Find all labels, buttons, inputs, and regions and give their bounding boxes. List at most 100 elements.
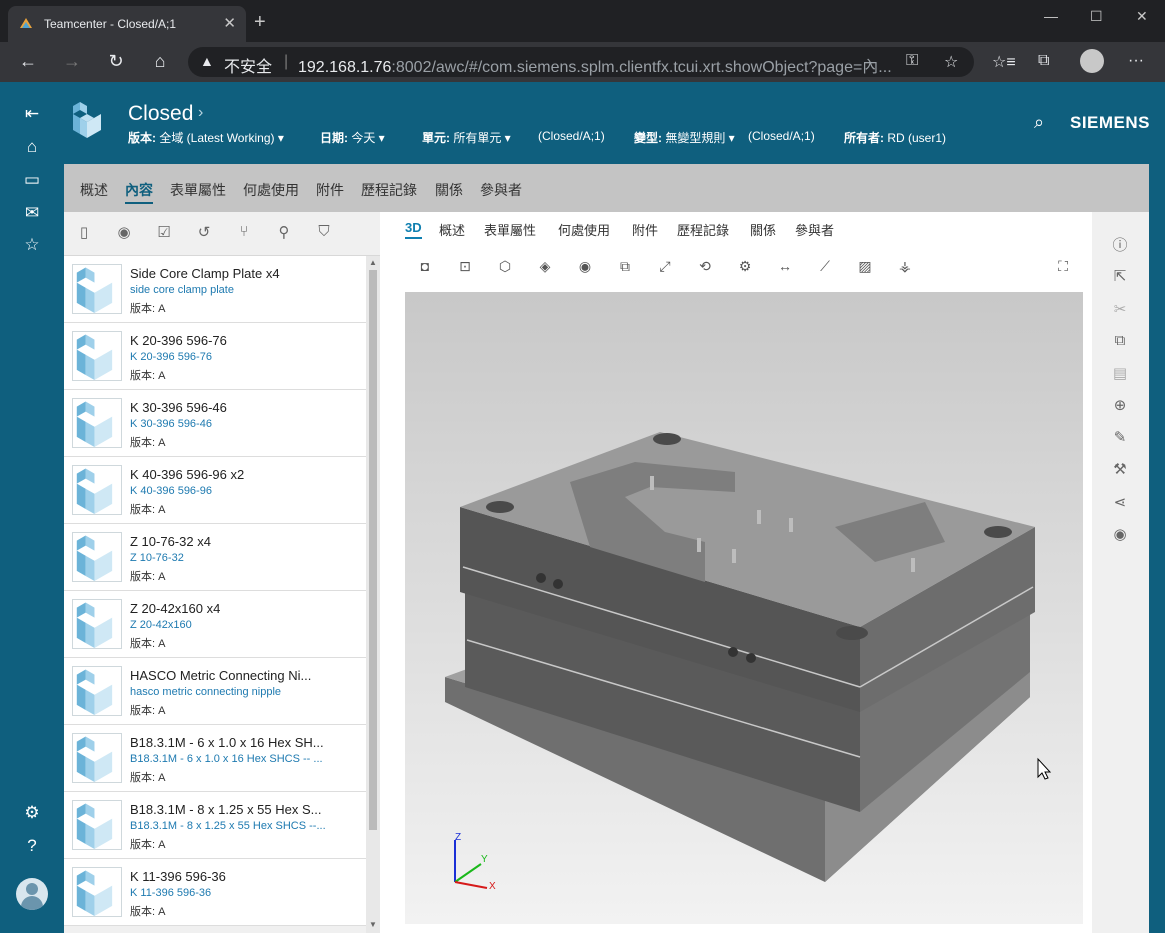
fullscreen-icon[interactable]: ⛶: [1053, 258, 1073, 278]
snapshot-camera-icon[interactable]: ◘: [415, 258, 435, 278]
tab-attachments[interactable]: 附件: [632, 220, 658, 239]
item-revision: 版本: A: [130, 903, 165, 919]
tab-history[interactable]: 歷程記錄: [677, 220, 729, 239]
copy-icon[interactable]: ⧉: [1110, 332, 1130, 352]
favorites-list-icon[interactable]: ☆≡: [992, 52, 1016, 72]
section-icon[interactable]: ▨: [855, 258, 875, 278]
structure-icon[interactable]: ⑂: [233, 223, 255, 240]
rotate-icon[interactable]: ⟲: [695, 258, 715, 278]
unit-field[interactable]: 單元: 所有單元 ▾: [422, 129, 511, 146]
markup-line-icon[interactable]: ⟋: [815, 258, 835, 278]
paste-icon[interactable]: ▤: [1110, 364, 1130, 384]
list-item[interactable]: Z 10-76-32 x4 Z 10-76-32 版本: A: [64, 524, 366, 591]
home-icon[interactable]: ⌂: [148, 51, 172, 72]
undo-icon[interactable]: ↺: [193, 223, 215, 241]
share-icon[interactable]: ⋖: [1110, 493, 1130, 513]
tab-overview[interactable]: 概述: [80, 180, 108, 200]
minimize-window-button[interactable]: —: [1044, 8, 1058, 24]
forward-arrow-icon[interactable]: →: [60, 51, 84, 72]
filter-icon[interactable]: ⛉: [313, 223, 335, 240]
view-settings-icon[interactable]: ⚙: [735, 258, 755, 278]
user-avatar[interactable]: [16, 878, 48, 910]
search-icon[interactable]: ⌕: [1034, 112, 1044, 133]
maximize-window-button[interactable]: ☐: [1090, 8, 1103, 25]
find-structure-icon[interactable]: ⚲: [273, 223, 295, 241]
list-item[interactable]: Z 20-42x160 x4 Z 20-42x160 版本: A: [64, 591, 366, 658]
capture-icon[interactable]: ⊡: [455, 258, 475, 278]
close-window-button[interactable]: ✕: [1136, 8, 1148, 25]
list-item[interactable]: HASCO Metric Connecting Ni... hasco metr…: [64, 658, 366, 725]
scroll-down-icon[interactable]: ▼: [369, 920, 377, 929]
browser-tab[interactable]: Teamcenter - Closed/A;1 ✕: [8, 6, 246, 42]
close-tab-icon[interactable]: ✕: [223, 14, 236, 32]
all-on-icon[interactable]: ⧉: [615, 258, 635, 278]
toggle-panel-icon[interactable]: ▯: [73, 223, 95, 241]
list-item[interactable]: K 30-396 596-46 K 30-396 596-46 版本: A: [64, 390, 366, 457]
scroll-up-icon[interactable]: ▲: [369, 258, 377, 267]
revision-label: 版本:: [130, 906, 156, 918]
back-arrow-icon[interactable]: ←: [16, 51, 40, 72]
tab-overview[interactable]: 概述: [439, 220, 465, 239]
item-cube-icon: [76, 736, 113, 782]
views-icon[interactable]: ◈: [535, 258, 555, 278]
tab-where-used[interactable]: 何處使用: [243, 180, 299, 200]
revision-rule-field[interactable]: 版本: 全域 (Latest Working) ▾: [128, 129, 284, 146]
tab-3d[interactable]: 3D: [405, 220, 422, 239]
display-mode-icon[interactable]: ⬡: [495, 258, 515, 278]
reload-icon[interactable]: ↻: [104, 51, 128, 72]
mold-assembly-model[interactable]: Z Y X: [405, 292, 1083, 924]
list-item[interactable]: K 11-396 596-36 K 11-396 596-36 版本: A: [64, 859, 366, 926]
warning-icon[interactable]: ▲: [200, 53, 214, 69]
checklist-icon[interactable]: ☑: [153, 223, 175, 241]
tools-icon[interactable]: ⚒: [1110, 460, 1130, 480]
visibility-eye-icon[interactable]: ◉: [575, 258, 595, 278]
tab-attachments[interactable]: 附件: [316, 180, 344, 200]
collapse-nav-icon[interactable]: ⇤: [21, 104, 43, 126]
tab-relations[interactable]: 關係: [435, 180, 463, 200]
url-text[interactable]: 192.168.1.76:8002/awc/#/com.siemens.splm…: [298, 53, 892, 77]
tab-where-used[interactable]: 何處使用: [558, 220, 610, 239]
fit-view-icon[interactable]: ⤢: [655, 258, 675, 278]
edit-pencil-icon[interactable]: ✎: [1110, 428, 1130, 448]
tab-form-properties[interactable]: 表單屬性: [484, 220, 536, 239]
3d-viewport[interactable]: Z Y X: [405, 292, 1083, 924]
list-item[interactable]: B18.3.1M - 8 x 1.25 x 55 Hex S... B18.3.…: [64, 792, 366, 859]
list-scrollbar[interactable]: ▲ ▼: [366, 256, 380, 933]
measure-icon[interactable]: ↔: [775, 258, 795, 278]
list-item[interactable]: B18.3.1M - 6 x 1.0 x 16 Hex SH... B18.3.…: [64, 725, 366, 792]
home-icon[interactable]: ⌂: [21, 137, 43, 159]
profile-avatar[interactable]: [1080, 49, 1104, 73]
url-input[interactable]: ▲ 不安全 | 192.168.1.76:8002/awc/#/com.siem…: [188, 47, 974, 77]
visibility-eye-icon[interactable]: ◉: [113, 223, 135, 241]
tab-content[interactable]: 內容: [125, 180, 153, 204]
list-item[interactable]: K 20-396 596-76 K 20-396 596-76 版本: A: [64, 323, 366, 390]
tab-history[interactable]: 歷程記錄: [361, 180, 417, 200]
security-label[interactable]: 不安全: [224, 53, 272, 77]
tab-form-properties[interactable]: 表單屬性: [170, 180, 226, 200]
add-icon[interactable]: ⊕: [1110, 396, 1130, 416]
favorite-star-icon[interactable]: ☆: [944, 52, 958, 72]
help-icon[interactable]: ?: [21, 836, 43, 858]
scrollbar-thumb[interactable]: [369, 270, 377, 830]
more-menu-icon[interactable]: ···: [1128, 52, 1144, 70]
inbox-icon[interactable]: ✉: [21, 203, 43, 225]
explode-icon[interactable]: ⚶: [895, 258, 915, 278]
tab-relations[interactable]: 關係: [750, 220, 776, 239]
list-item[interactable]: K 40-396 596-96 x2 K 40-396 596-96 版本: A: [64, 457, 366, 524]
list-item[interactable]: Side Core Clamp Plate x4 side core clamp…: [64, 256, 366, 323]
settings-gear-icon[interactable]: ⚙: [21, 803, 43, 825]
favorites-star-icon[interactable]: ☆: [21, 235, 43, 257]
cut-icon[interactable]: ✂: [1110, 300, 1130, 320]
visibility-eye-icon[interactable]: ◉: [1110, 525, 1130, 545]
variant-field[interactable]: 變型: 無變型規則 ▾: [634, 129, 735, 146]
date-field[interactable]: 日期: 今天 ▾: [320, 129, 385, 146]
tab-participants[interactable]: 參與者: [795, 220, 834, 239]
info-icon[interactable]: ⓘ: [1110, 234, 1130, 254]
new-tab-button[interactable]: +: [254, 11, 266, 34]
collections-icon[interactable]: ⧉: [1038, 52, 1049, 70]
tab-participants[interactable]: 參與者: [480, 180, 522, 200]
chevron-right-icon[interactable]: ›: [198, 104, 203, 122]
folder-icon[interactable]: ▭: [21, 170, 43, 192]
key-icon[interactable]: ⚿: [906, 52, 918, 70]
share-export-icon[interactable]: ⇱: [1110, 267, 1130, 287]
